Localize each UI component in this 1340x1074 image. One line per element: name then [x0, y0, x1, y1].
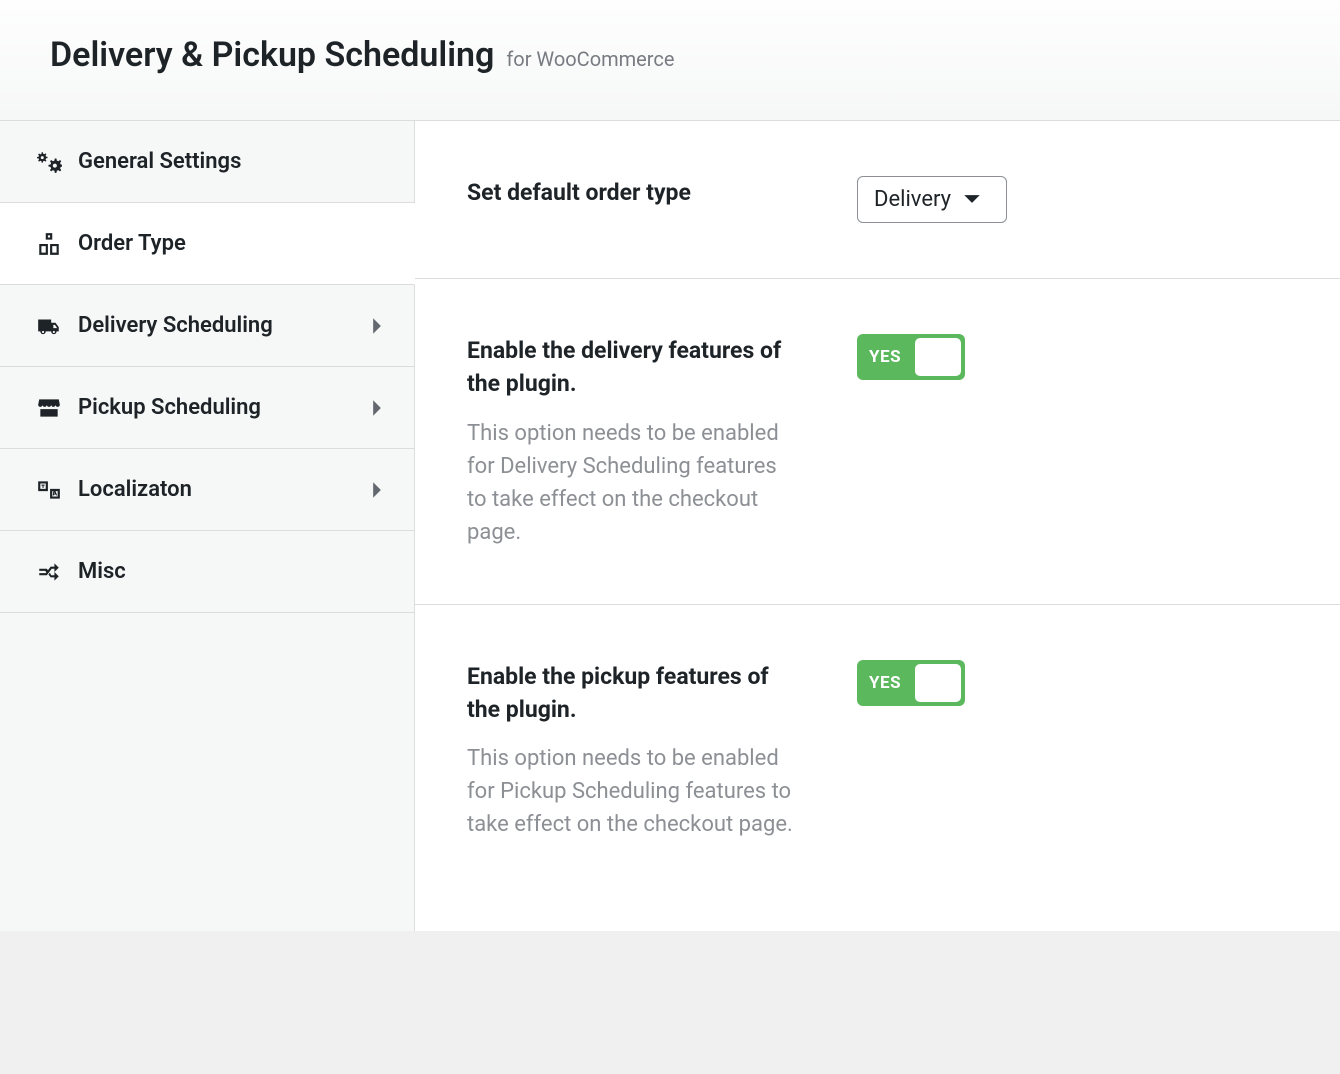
setting-enable-pickup: Enable the pickup features of the plugin…	[415, 605, 1340, 897]
setting-text: Enable the delivery features of the plug…	[467, 334, 797, 549]
sidebar-item-label: Delivery Scheduling	[78, 313, 368, 338]
sidebar-item-misc[interactable]: Misc	[0, 531, 414, 613]
setting-text: Enable the pickup features of the plugin…	[467, 660, 797, 842]
setting-title: Set default order type	[467, 176, 797, 209]
toggle-handle	[915, 664, 961, 702]
setting-title: Enable the pickup features of the plugin…	[467, 660, 797, 727]
setting-description: This option needs to be enabled for Deli…	[467, 417, 797, 549]
settings-content: Set default order type Delivery Enable t…	[415, 121, 1340, 931]
default-order-type-select[interactable]: Delivery	[857, 176, 1007, 223]
chevron-right-icon	[368, 399, 386, 417]
enable-delivery-toggle[interactable]: YES	[857, 334, 965, 380]
sidebar-item-localization[interactable]: Localizaton	[0, 449, 414, 531]
setting-default-order-type: Set default order type Delivery	[415, 121, 1340, 279]
page-header: Delivery & Pickup Scheduling for WooComm…	[0, 0, 1340, 121]
sidebar-item-general-settings[interactable]: General Settings	[0, 121, 414, 203]
store-icon	[34, 396, 64, 420]
settings-sidebar: General Settings Order Type Delivery Sch…	[0, 121, 415, 931]
page-subtitle: for WooCommerce	[506, 47, 674, 71]
truck-icon	[34, 314, 64, 338]
page-body: General Settings Order Type Delivery Sch…	[0, 121, 1340, 931]
page-title: Delivery & Pickup Scheduling	[50, 35, 494, 75]
setting-control: Delivery	[857, 176, 1007, 223]
setting-title: Enable the delivery features of the plug…	[467, 334, 797, 401]
toggle-label: YES	[869, 347, 901, 367]
setting-control: YES	[857, 660, 965, 842]
gears-icon	[34, 150, 64, 174]
chevron-right-icon	[368, 481, 386, 499]
setting-description: This option needs to be enabled for Pick…	[467, 742, 797, 841]
enable-pickup-toggle[interactable]: YES	[857, 660, 965, 706]
sidebar-item-pickup-scheduling[interactable]: Pickup Scheduling	[0, 367, 414, 449]
sidebar-item-label: Pickup Scheduling	[78, 395, 368, 420]
toggle-label: YES	[869, 673, 901, 693]
sidebar-item-delivery-scheduling[interactable]: Delivery Scheduling	[0, 285, 414, 367]
setting-text: Set default order type	[467, 176, 797, 223]
sidebar-item-label: Localizaton	[78, 477, 368, 502]
setting-enable-delivery: Enable the delivery features of the plug…	[415, 279, 1340, 605]
boxes-icon	[34, 232, 64, 256]
translate-icon	[34, 478, 64, 502]
setting-control: YES	[857, 334, 965, 549]
chevron-right-icon	[368, 317, 386, 335]
toggle-handle	[915, 338, 961, 376]
sidebar-item-order-type[interactable]: Order Type	[0, 203, 415, 285]
chevron-down-icon	[963, 187, 981, 212]
shuffle-icon	[34, 560, 64, 584]
sidebar-item-label: Order Type	[78, 231, 386, 256]
settings-page: Delivery & Pickup Scheduling for WooComm…	[0, 0, 1340, 931]
sidebar-item-label: General Settings	[78, 149, 386, 174]
sidebar-item-label: Misc	[78, 559, 386, 584]
select-value: Delivery	[874, 187, 951, 212]
